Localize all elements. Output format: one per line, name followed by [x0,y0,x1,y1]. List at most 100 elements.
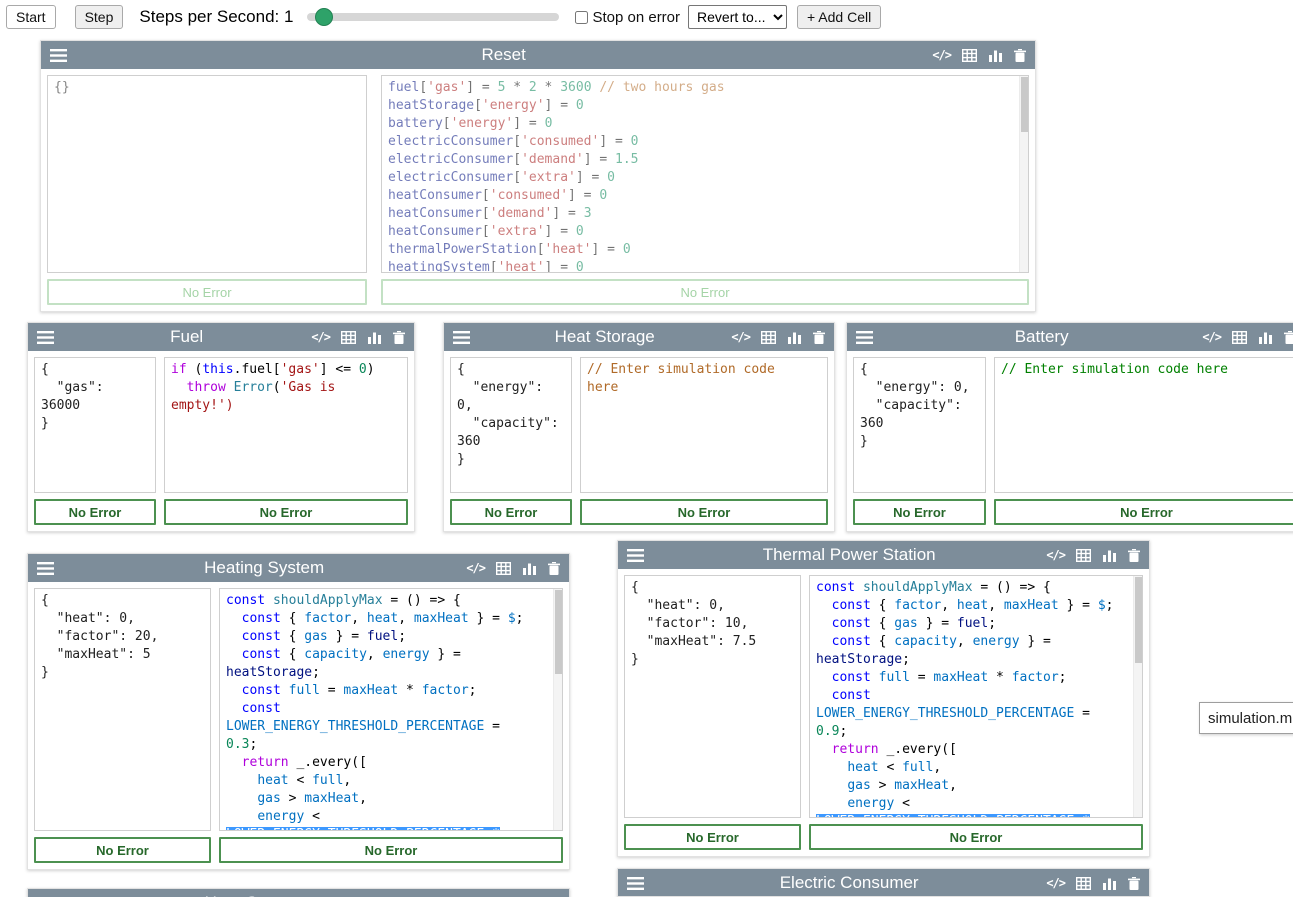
stop-on-error-group: Stop on error [575,9,680,26]
code-error-badge: No Error [164,499,408,525]
speed-value: 1 [284,7,293,26]
code-icon[interactable]: </> [466,561,485,575]
state-error-badge: No Error [47,279,367,305]
table-icon[interactable] [1076,549,1091,562]
scrollbar[interactable] [553,589,562,830]
cell-heat-storage-header: Heat Storage </> [444,323,834,351]
code-icon[interactable]: </> [932,48,951,62]
cell-heat-consumer: Heat Consumer </> [27,888,570,897]
code-icon[interactable]: </> [311,330,330,344]
state-error-badge: No Error [34,499,156,525]
code-editor[interactable]: fuel['gas'] = 5 * 2 * 3600 // two hours … [381,75,1029,273]
stop-on-error-label[interactable]: Stop on error [592,9,680,26]
chart-icon[interactable] [1258,331,1273,344]
cell-title: Heating System [62,558,466,578]
trash-icon[interactable] [1284,331,1293,344]
trash-icon[interactable] [1128,877,1140,890]
table-icon[interactable] [962,49,977,62]
cell-reset: Reset </> {} fuel['gas'] = 5 * 2 * 3600 … [40,40,1036,312]
trash-icon[interactable] [548,562,560,575]
cell-battery: Battery </> { "energy": 0, "capacity": 3… [846,322,1293,532]
cell-title: Battery [881,327,1202,347]
speed-slider[interactable] [307,13,559,21]
trash-icon[interactable] [1014,49,1026,62]
cell-fuel-header: Fuel </> [28,323,414,351]
chart-icon[interactable] [1102,877,1117,890]
table-icon[interactable] [341,331,356,344]
cell-title: Fuel [62,327,311,347]
code-editor[interactable]: const shouldApplyMax = () => { const { f… [809,575,1143,818]
code-error-badge: No Error [580,499,828,525]
state-editor[interactable]: { "energy": 0, "capacity": 360 } [450,357,572,493]
menu-icon[interactable] [453,331,470,344]
state-editor[interactable]: { "energy": 0, "capacity": 360 } [853,357,986,493]
cell-battery-header: Battery </> [847,323,1293,351]
code-error-badge: No Error [809,824,1143,850]
cell-reset-header: Reset </> [41,41,1035,69]
step-button[interactable]: Step [75,5,124,29]
trash-icon[interactable] [813,331,825,344]
app-root: Start Step Steps per Second: 1 Stop on e… [0,0,1293,897]
cell-title: Electric Consumer [652,873,1046,893]
code-editor[interactable]: const shouldApplyMax = () => { const { f… [219,588,563,831]
table-icon[interactable] [496,562,511,575]
code-error-badge: No Error [994,499,1293,525]
code-editor[interactable]: // Enter simulation code here [994,357,1293,493]
chart-icon[interactable] [522,562,537,575]
cell-title: Heat Storage [478,327,731,347]
trash-icon[interactable] [393,331,405,344]
scrollbar[interactable] [1133,576,1142,817]
chart-icon[interactable] [988,49,1003,62]
code-error-badge: No Error [219,837,563,863]
menu-icon[interactable] [50,49,67,62]
code-icon[interactable]: </> [1202,330,1221,344]
state-error-badge: No Error [450,499,572,525]
stop-on-error-checkbox[interactable] [575,11,588,24]
cell-heat-storage: Heat Storage </> { "energy": 0, "capacit… [443,322,835,532]
menu-icon[interactable] [856,331,873,344]
state-editor[interactable]: { "heat": 0, "factor": 20, "maxHeat": 5 … [34,588,211,831]
code-editor[interactable]: // Enter simulation codehere [580,357,828,493]
cell-electric-consumer: Electric Consumer </> [617,868,1150,897]
state-error-badge: No Error [34,837,211,863]
code-error-badge: No Error [381,279,1029,305]
tooltip: simulation.m [1199,702,1293,734]
menu-icon[interactable] [627,877,644,890]
revert-select[interactable]: Revert to... [688,5,787,29]
table-icon[interactable] [761,331,776,344]
add-cell-button[interactable]: + Add Cell [797,5,881,29]
trash-icon[interactable] [1128,549,1140,562]
cell-heating-system: Heating System </> { "heat": 0, "factor"… [27,553,570,870]
menu-icon[interactable] [37,331,54,344]
table-icon[interactable] [1076,877,1091,890]
cell-electric-consumer-header: Electric Consumer </> [618,869,1149,897]
cell-title: Thermal Power Station [652,545,1046,565]
cell-thermal-header: Thermal Power Station </> [618,541,1149,569]
start-button[interactable]: Start [6,5,56,29]
speed-slider-thumb[interactable] [315,8,333,26]
chart-icon[interactable] [367,331,382,344]
cell-heating-system-header: Heating System </> [28,554,569,582]
chart-icon[interactable] [1102,549,1117,562]
state-editor[interactable]: { "heat": 0, "factor": 10, "maxHeat": 7.… [624,575,801,818]
menu-icon[interactable] [37,562,54,575]
toolbar: Start Step Steps per Second: 1 Stop on e… [0,0,1293,34]
state-editor[interactable]: {} [47,75,367,273]
code-icon[interactable]: </> [731,330,750,344]
menu-icon[interactable] [627,549,644,562]
state-editor[interactable]: { "gas": 36000 } [34,357,156,493]
table-icon[interactable] [1232,331,1247,344]
cell-thermal-power-station: Thermal Power Station </> { "heat": 0, "… [617,540,1150,857]
cell-heat-consumer-header: Heat Consumer </> [28,889,569,897]
cell-title: Reset [75,45,932,65]
code-icon[interactable]: </> [1046,548,1065,562]
code-icon[interactable]: </> [1046,876,1065,890]
chart-icon[interactable] [787,331,802,344]
code-editor[interactable]: if (this.fuel['gas'] <= 0) throw Error('… [164,357,408,493]
scrollbar[interactable] [1019,76,1028,272]
speed-label: Steps per Second: 1 [139,7,293,27]
cell-title: Heat Consumer [62,893,466,897]
state-error-badge: No Error [624,824,801,850]
cell-fuel: Fuel </> { "gas": 36000 } if (this.fuel[… [27,322,415,532]
state-error-badge: No Error [853,499,986,525]
